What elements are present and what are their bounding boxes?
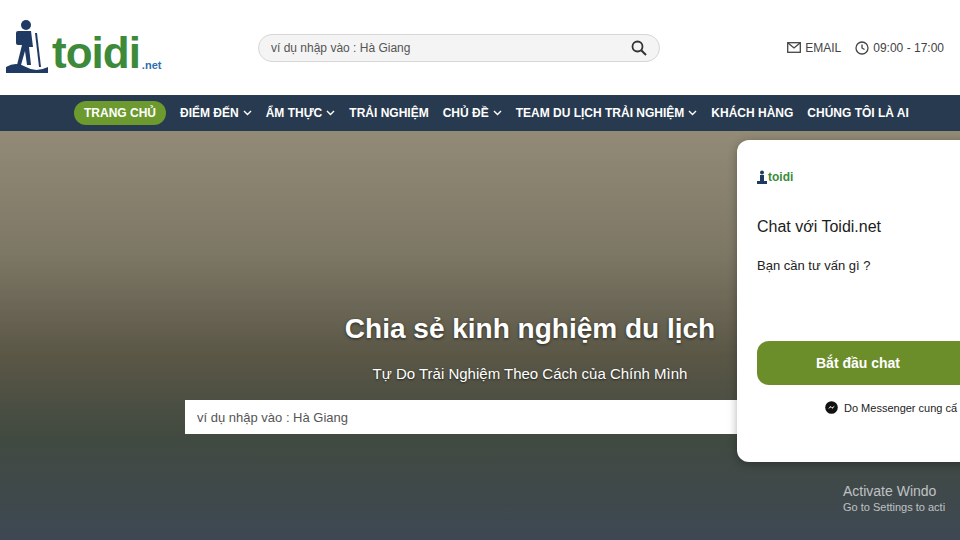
chevron-down-icon — [688, 110, 697, 116]
email-link[interactable]: EMAIL — [787, 41, 841, 55]
opening-hours: 09:00 - 17:00 — [855, 41, 944, 55]
nav-item[interactable]: ẨM THỰC — [266, 101, 336, 125]
clock-icon — [855, 41, 869, 55]
nav-label: KHÁCH HÀNG — [711, 106, 793, 120]
nav-label: CHỦ ĐỀ — [443, 106, 489, 120]
nav-label: TEAM DU LỊCH TRẢI NGHIỆM — [516, 106, 685, 120]
nav-label: ĐIỂM ĐẾN — [180, 106, 239, 120]
hiker-icon — [4, 15, 50, 75]
nav-item[interactable]: ĐIỂM ĐẾN — [180, 101, 252, 125]
chat-title: Chat với Toidi.net — [757, 218, 960, 236]
chevron-down-icon — [493, 110, 502, 116]
chat-footer: Do Messenger cung cấ — [825, 401, 960, 414]
site-header: toidi.net EMAIL 09:00 - 17:00 — [0, 0, 960, 95]
watermark-line: Activate Windo — [843, 483, 945, 499]
search-icon — [631, 40, 647, 56]
chevron-down-icon — [326, 110, 335, 116]
header-search-input[interactable] — [271, 41, 625, 55]
email-label: EMAIL — [805, 41, 841, 55]
nav-label: TRẢI NGHIỆM — [349, 106, 428, 120]
hero-search-input[interactable] — [197, 410, 763, 425]
chat-logo-name: toidi — [768, 170, 793, 184]
nav-label: CHÚNG TÔI LÀ AI — [807, 106, 909, 120]
hours-label: 09:00 - 17:00 — [873, 41, 944, 55]
header-search[interactable] — [258, 34, 660, 62]
nav-label: TRANG CHỦ — [84, 106, 156, 120]
start-chat-button[interactable]: Bắt đầu chat — [757, 341, 960, 385]
header-contacts: EMAIL 09:00 - 17:00 — [787, 41, 950, 55]
main-nav: TRANG CHỦ ĐIỂM ĐẾN ẨM THỰC TRẢI NGHIỆM CHỦ Đ… — [0, 95, 960, 131]
nav-item[interactable]: CHÚNG TÔI LÀ AI — [807, 101, 909, 125]
nav-item[interactable]: KHÁCH HÀNG — [711, 101, 793, 125]
chat-widget: toidi Chat với Toidi.net Bạn cần tư vấn gì… — [737, 140, 960, 462]
chat-prompt: Bạn cần tư vấn gì ? — [757, 258, 960, 273]
nav-item[interactable]: TRANG CHỦ — [74, 101, 166, 125]
activation-watermark: Activate Windo Go to Settings to acti — [843, 483, 945, 513]
nav-label: ẨM THỰC — [266, 106, 323, 120]
nav-item[interactable]: CHỦ ĐỀ — [443, 101, 502, 125]
chat-logo: toidi — [757, 170, 960, 184]
hero-search[interactable] — [185, 400, 775, 434]
watermark-line: Go to Settings to acti — [843, 501, 945, 513]
logo-name: toidi — [52, 31, 140, 75]
nav-item[interactable]: TRẢI NGHIỆM — [349, 101, 428, 125]
logo-suffix: .net — [142, 59, 162, 71]
site-logo[interactable]: toidi.net — [4, 15, 258, 81]
nav-item[interactable]: TEAM DU LỊCH TRẢI NGHIỆM — [516, 101, 698, 125]
chevron-down-icon — [243, 110, 252, 116]
messenger-icon — [825, 401, 838, 414]
envelope-icon — [787, 42, 801, 53]
chat-footer-text: Do Messenger cung cấ — [844, 402, 957, 414]
hiker-icon — [757, 170, 767, 184]
